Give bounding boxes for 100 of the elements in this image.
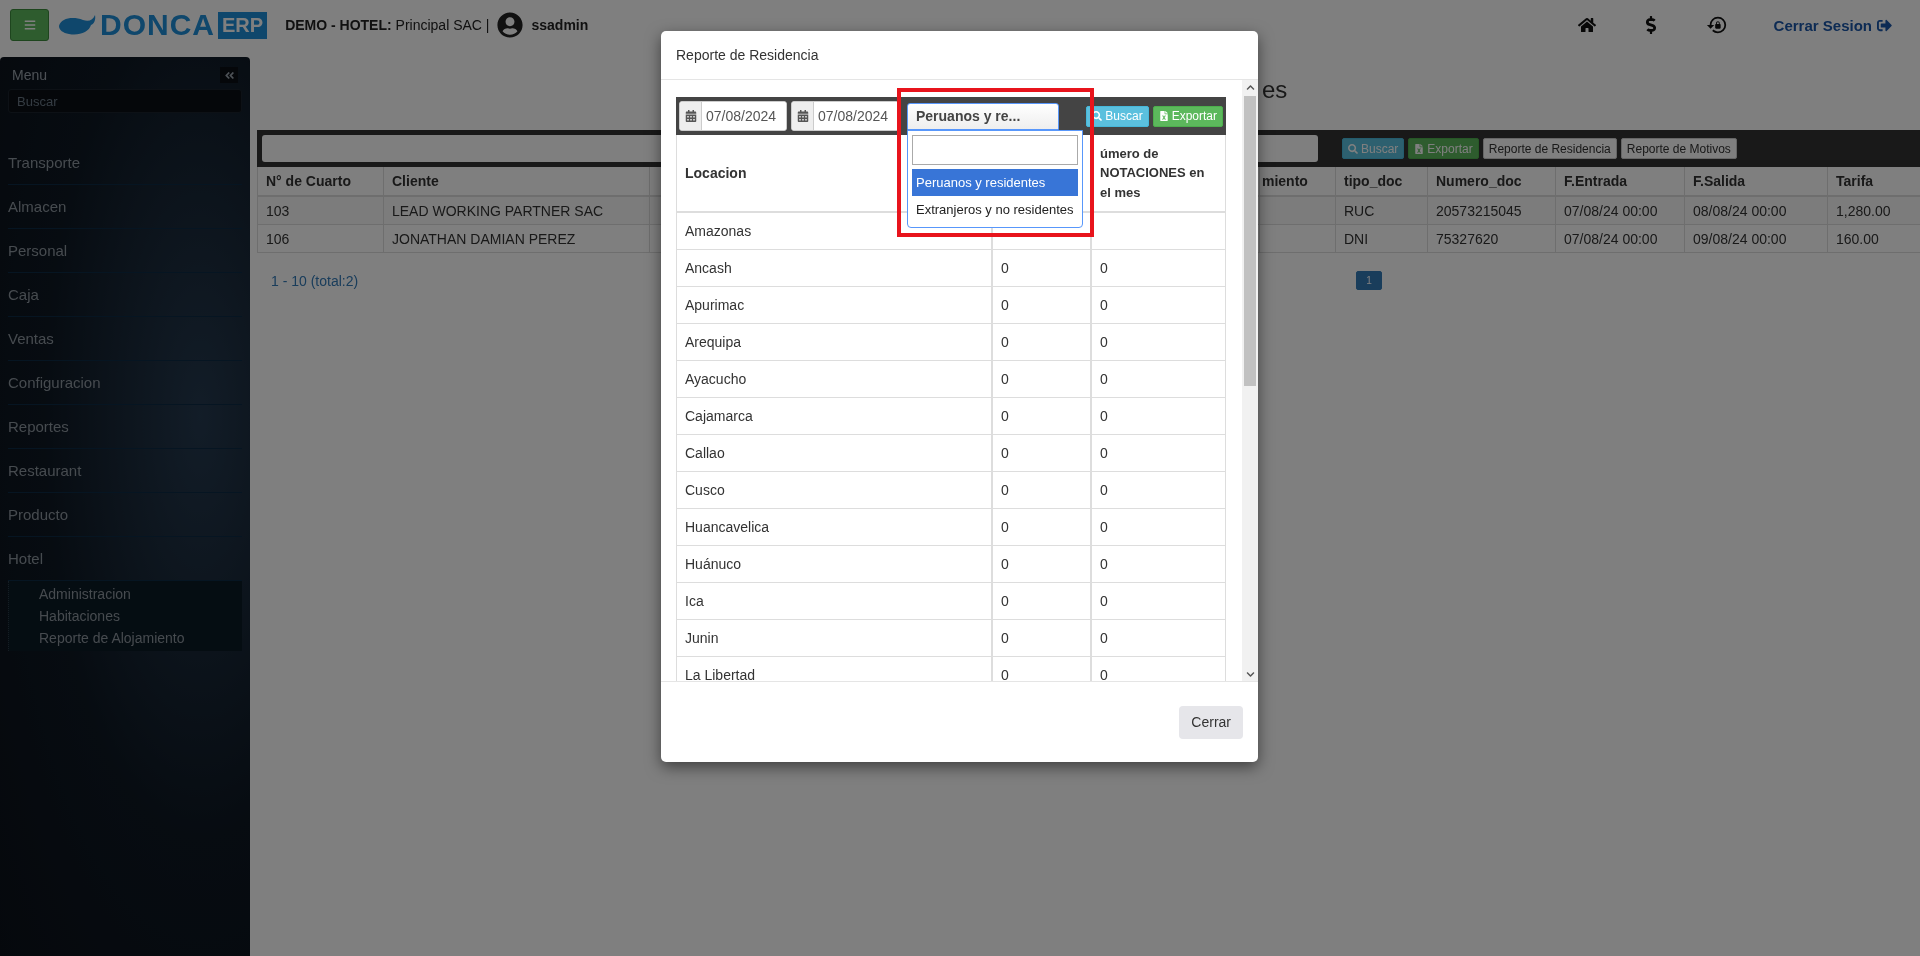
logo-badge: ERP	[218, 11, 268, 39]
table-cell: 106	[257, 225, 383, 253]
toolbar-button[interactable]: Reporte de Residencia	[1482, 138, 1617, 159]
close-button[interactable]: Cerrar	[1179, 705, 1243, 739]
lock-icon[interactable]	[1705, 14, 1728, 36]
residency-select[interactable]: Peruanos y re...	[907, 102, 1059, 130]
sidebar-item[interactable]: Restaurant	[8, 449, 242, 493]
sidebar-item[interactable]: Configuracion	[8, 361, 242, 405]
table-cell: 08/08/24 00:00	[1684, 197, 1827, 225]
calendar-icon	[684, 110, 697, 122]
logo-text: DONCA	[100, 8, 215, 42]
sidebar-subitem[interactable]: Administracion	[9, 583, 242, 605]
table-cell: Ica	[676, 583, 992, 620]
table-cell: 0	[992, 287, 1091, 324]
date-field[interactable]: 07/08/2024	[679, 101, 787, 131]
calendar-icon	[796, 110, 809, 122]
column-header: Cliente	[383, 167, 649, 197]
table-cell: 0	[1091, 398, 1226, 435]
collapse-button[interactable]	[220, 67, 238, 83]
column-header: úmero de NOTACIONES en el mes	[1091, 135, 1226, 213]
table-cell: 103	[257, 197, 383, 225]
search-field[interactable]: Buscar	[8, 89, 242, 113]
table-cell: 0	[1091, 583, 1226, 620]
table-cell: LEAD WORKING PARTNER SAC	[383, 197, 649, 225]
search-icon	[1348, 143, 1358, 154]
sidebar-item[interactable]: Caja	[8, 273, 242, 317]
page-button[interactable]: 1	[1356, 271, 1382, 290]
toolbar-button[interactable]: Exportar	[1408, 138, 1479, 159]
double-chevron-icon	[223, 69, 235, 81]
table-cell: 0	[992, 361, 1091, 398]
table-cell: 20573215045	[1427, 197, 1555, 225]
table-cell: 0	[1091, 324, 1226, 361]
pagination-summary: 1 - 10 (total:2)	[271, 272, 360, 289]
sign-out-icon	[1877, 17, 1892, 33]
table-cell: 0	[1091, 657, 1226, 681]
sidebar-item[interactable]: Producto	[8, 493, 242, 537]
table-cell: Ancash	[676, 250, 992, 287]
sidebar-item[interactable]: Ventas	[8, 317, 242, 361]
column-header: F.Entrada	[1555, 167, 1684, 197]
company-name: Principal SAC |	[395, 17, 490, 33]
table-cell: 0	[992, 583, 1091, 620]
sidebar-item[interactable]: Personal	[8, 229, 242, 273]
table-cell: Apurimac	[676, 287, 992, 324]
table-cell: 0	[1091, 620, 1226, 657]
logout-link[interactable]: Cerrar Sesion	[1773, 16, 1892, 34]
table-cell: 160.00	[1827, 225, 1920, 253]
company-label: DEMO - HOTEL:	[285, 17, 392, 33]
scroll-up-icon[interactable]	[1245, 82, 1255, 92]
table-cell: Ayacucho	[676, 361, 992, 398]
table-cell: RUC	[1335, 197, 1427, 225]
table-cell: 07/08/24 00:00	[1555, 197, 1684, 225]
dropdown-search-field[interactable]	[912, 134, 1078, 165]
table-cell: 0	[1091, 287, 1226, 324]
filter-button[interactable]: Exportar	[1152, 105, 1223, 127]
sidebar-subitem[interactable]: Reporte de Alojamiento	[9, 627, 242, 649]
table-cell: JONATHAN DAMIAN PEREZ	[383, 225, 649, 253]
table-cell: 0	[992, 324, 1091, 361]
table-cell: 75327620	[1427, 225, 1555, 253]
table-cell: 0	[992, 472, 1091, 509]
table-cell: 0	[1091, 250, 1226, 287]
table-cell: 0	[992, 546, 1091, 583]
dropdown-option[interactable]: Peruanos y residentes	[912, 168, 1078, 196]
table-cell: Huánuco	[676, 546, 992, 583]
sidebar-title: Menu	[12, 67, 48, 83]
scroll-down-icon[interactable]	[1245, 669, 1255, 679]
table-cell: Junin	[676, 620, 992, 657]
column-header: Tarifa	[1827, 167, 1920, 197]
sidebar-item[interactable]: Reportes	[8, 405, 242, 449]
home-icon[interactable]	[1577, 16, 1596, 34]
table-cell: 0	[992, 509, 1091, 546]
table-cell: La Libertad	[676, 657, 992, 681]
search-icon	[1092, 111, 1103, 121]
dialog-title: Reporte de Residencia	[676, 47, 819, 63]
sidebar-subitem[interactable]: Habitaciones	[9, 605, 242, 627]
column-header: tipo_doc	[1335, 167, 1427, 197]
table-cell: 0	[992, 657, 1091, 681]
table-cell: Cusco	[676, 472, 992, 509]
table-cell: 1,280.00	[1827, 197, 1920, 225]
table-cell: Callao	[676, 435, 992, 472]
scrollbar[interactable]	[1242, 80, 1258, 681]
table-cell: 09/08/24 00:00	[1684, 225, 1827, 253]
filter-button[interactable]: Buscar	[1086, 105, 1149, 127]
toolbar-button[interactable]: Reporte de Motivos	[1620, 138, 1737, 159]
table-cell: 0	[1091, 361, 1226, 398]
sidebar-item[interactable]: Almacen	[8, 185, 242, 229]
spreadsheet-icon	[1414, 143, 1425, 154]
sidebar-item[interactable]: Transporte	[8, 141, 242, 185]
table-cell: Huancavelica	[676, 509, 992, 546]
date-field[interactable]: 07/08/2024	[791, 101, 899, 131]
table-cell: Arequipa	[676, 324, 992, 361]
menu-icon	[23, 19, 36, 31]
table-cell: 0	[992, 250, 1091, 287]
username: ssadmin	[531, 17, 589, 33]
table-cell: 07/08/24 00:00	[1555, 225, 1684, 253]
table-cell: 0	[992, 398, 1091, 435]
table-cell: 0	[1091, 435, 1226, 472]
column-header: F.Salida	[1684, 167, 1827, 197]
toolbar-button[interactable]: Buscar	[1342, 138, 1405, 159]
column-header: Numero_doc	[1427, 167, 1555, 197]
avatar-icon	[497, 12, 524, 38]
